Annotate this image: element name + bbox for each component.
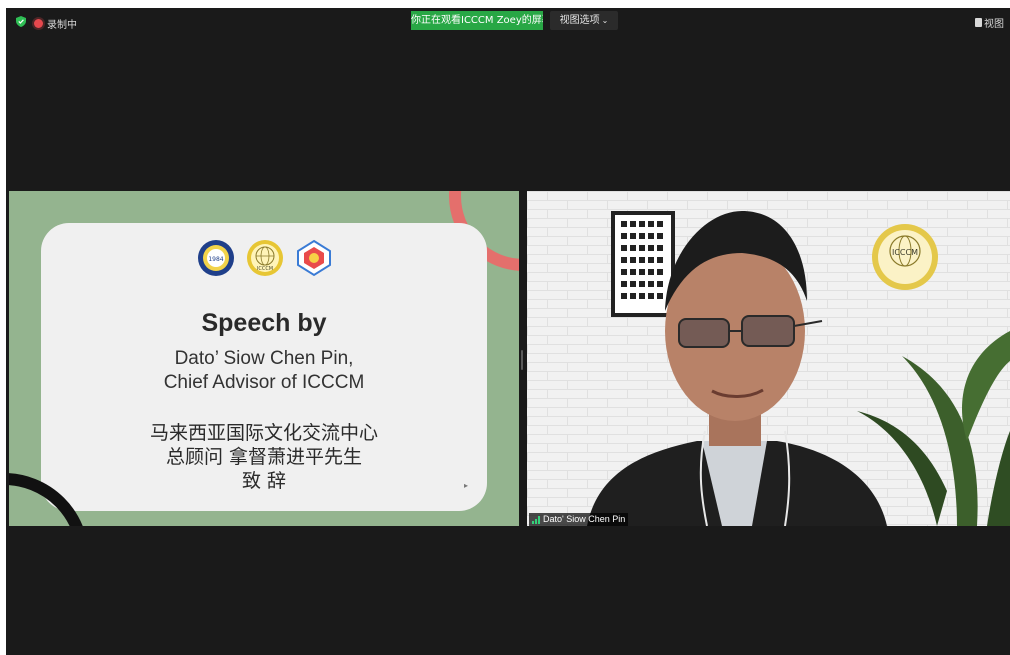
slide-speaker-role: Chief Advisor of ICCCM bbox=[163, 372, 365, 393]
top-toolbar: 录制中 你正在观看ICCCM Zoey的屏幕 视图选项 ⌄ 视图 bbox=[6, 8, 1010, 36]
school-logo-year: 1984 bbox=[208, 256, 223, 263]
split-view-resize-handle[interactable] bbox=[521, 350, 523, 370]
participant-video-feed: ICCCM bbox=[527, 191, 1010, 526]
participant-video-tile[interactable]: ICCCM Dato' Siow Chen Pin bbox=[527, 191, 1010, 526]
slide-cn-line-3: 致 辞 bbox=[241, 470, 287, 492]
participant-name: Dato' Siow Chen Pin bbox=[543, 514, 626, 524]
shared-screen-slide: 1984 ICCCM Speech by Dato’ Siow Chen Pin… bbox=[9, 191, 519, 526]
recording-label: 录制中 bbox=[47, 20, 77, 31]
signal-bars-icon bbox=[532, 515, 540, 524]
view-icon bbox=[975, 18, 982, 27]
shield-icon[interactable] bbox=[16, 16, 26, 27]
slide-cn-line-1: 马来西亚国际文化交流中心 bbox=[149, 422, 378, 444]
association-logo-icon bbox=[297, 239, 331, 277]
icccm-logo-icon: ICCCM bbox=[247, 240, 283, 276]
school-logo-icon: 1984 bbox=[198, 240, 234, 276]
slide-speaker-name: Dato’ Siow Chen Pin, bbox=[174, 348, 354, 369]
view-options-button[interactable]: 视图选项 ⌄ bbox=[550, 11, 618, 30]
wall-logo-text: ICCCM bbox=[892, 248, 918, 257]
slide-logos: 1984 ICCCM bbox=[197, 239, 333, 277]
participant-name-tag: Dato' Siow Chen Pin bbox=[529, 513, 629, 526]
view-label: 视图 bbox=[984, 19, 1004, 30]
mouse-cursor-icon: ▸ bbox=[464, 481, 469, 490]
recording-indicator[interactable]: 录制中 bbox=[34, 16, 77, 31]
recording-dot-icon bbox=[34, 19, 43, 28]
icccm-logo-text: ICCCM bbox=[257, 266, 273, 272]
slide-cn-line-2: 总顾问 拿督萧进平先生 bbox=[165, 446, 363, 468]
slide-title: Speech by bbox=[201, 309, 327, 337]
chevron-down-icon: ⌄ bbox=[601, 16, 609, 25]
view-button[interactable]: 视图 bbox=[975, 15, 1004, 30]
view-options-label: 视图选项 bbox=[559, 15, 600, 26]
zoom-meeting-window: 录制中 你正在观看ICCCM Zoey的屏幕 视图选项 ⌄ 视图 1984 IC… bbox=[6, 8, 1010, 655]
screen-share-banner: 你正在观看ICCCM Zoey的屏幕 bbox=[411, 11, 543, 30]
